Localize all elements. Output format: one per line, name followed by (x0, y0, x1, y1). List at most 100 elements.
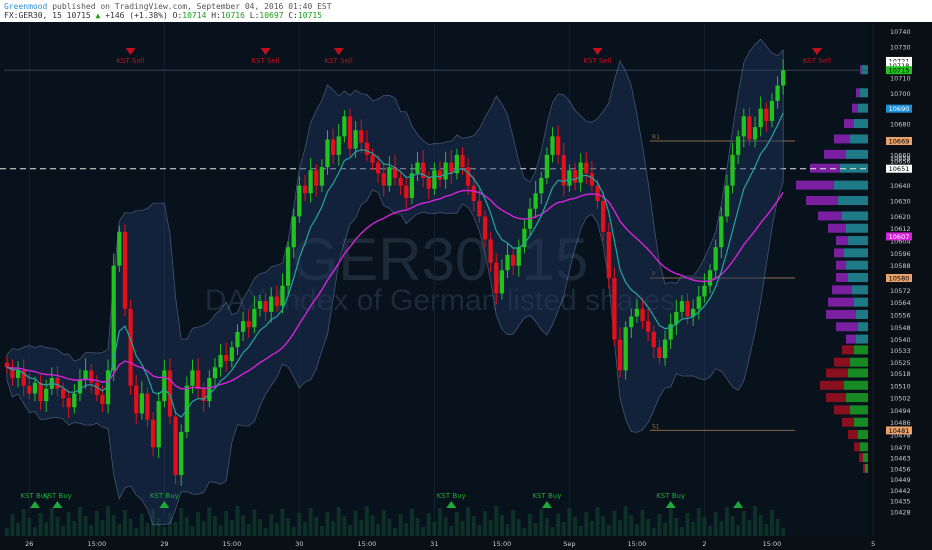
profile-sell-bar (832, 285, 852, 295)
volume-bar (595, 507, 600, 536)
candle-body (83, 370, 88, 380)
volume-bar (668, 509, 673, 536)
volume-bar (27, 518, 32, 536)
price-tick-label: 10518 (890, 370, 911, 378)
volume-bar (775, 519, 780, 536)
candle-body (100, 395, 105, 405)
pivot-label: S1 (652, 423, 660, 430)
candle-body (460, 154, 465, 168)
profile-sell-bar (828, 223, 846, 233)
price-chart[interactable]: GER30, 15 DAX Index of German listed sha… (0, 0, 932, 550)
volume-bar (781, 528, 786, 536)
volume-bar (769, 510, 774, 536)
profile-sell-bar (846, 334, 856, 344)
candle-body (634, 308, 640, 317)
price-tick-label: 10456 (890, 465, 911, 473)
volume-bar (589, 521, 594, 536)
volume-bar (629, 515, 634, 536)
time-tick-label: 26 (25, 540, 33, 548)
candle-body (285, 247, 291, 286)
price-tick-label: 10556 (890, 311, 911, 319)
volume-bar (618, 520, 623, 536)
price-tick-label: 10588 (890, 262, 911, 270)
candle-body (758, 108, 763, 128)
price-tick-label: 10494 (890, 407, 911, 415)
volume-bar (460, 521, 465, 536)
profile-buy-bar (854, 119, 868, 129)
volume-bar (522, 528, 527, 536)
price-tick-label: 10710 (890, 74, 911, 82)
profile-sell-bar (796, 180, 834, 190)
price-badge-label: 10607 (889, 233, 910, 241)
candle-body (465, 167, 471, 186)
volume-bar (454, 512, 459, 536)
candle-body (556, 136, 561, 155)
candle-body (426, 177, 431, 189)
profile-buy-bar (850, 357, 868, 367)
candle-body (77, 379, 83, 394)
volume-bar (44, 522, 49, 536)
candle-body (150, 419, 156, 448)
volume-bar (438, 508, 442, 536)
candle-body (572, 170, 578, 183)
candle-body (437, 170, 443, 180)
candle-body (398, 177, 403, 186)
profile-buy-bar (865, 463, 868, 473)
candle-body (302, 185, 308, 194)
volume-bar (516, 519, 521, 536)
profile-sell-bar (828, 297, 854, 307)
price-tick-label: 10740 (890, 28, 911, 36)
buy-signal-label: KST Buy (150, 492, 179, 500)
volume-bar (106, 506, 111, 536)
price-tick-label: 10525 (890, 359, 911, 367)
candle-body (443, 162, 448, 180)
volume-bar (128, 519, 133, 536)
candle-body (190, 370, 195, 386)
candle-body (353, 130, 358, 149)
volume-bar (741, 511, 746, 536)
candle-body (117, 231, 122, 266)
profile-sell-bar (860, 65, 862, 75)
candle-body (781, 70, 786, 86)
profile-sell-bar (836, 260, 846, 270)
candle-body (679, 301, 685, 312)
candle-body (184, 385, 189, 432)
candle-body (330, 139, 336, 155)
candle-body (584, 162, 589, 174)
candle-body (769, 100, 775, 121)
volume-bar (573, 517, 577, 536)
volume-bar (83, 516, 88, 536)
profile-buy-bar (848, 273, 868, 283)
candle-body (246, 321, 251, 328)
profile-sell-bar (824, 149, 846, 159)
profile-sell-bar (806, 196, 838, 206)
candle-body (432, 170, 437, 189)
profile-buy-bar (844, 248, 868, 258)
profile-sell-bar (818, 211, 842, 221)
volume-bar (736, 525, 741, 536)
candle-body (94, 382, 99, 396)
volume-bar (550, 527, 555, 536)
price-tick-label: 10680 (890, 121, 911, 129)
candle-body (741, 116, 746, 137)
candle-body (477, 201, 482, 217)
volume-bar (213, 516, 217, 536)
profile-buy-bar (846, 260, 868, 270)
volume-bar (376, 524, 381, 536)
volume-bar (258, 519, 262, 536)
profile-buy-bar (852, 285, 868, 295)
candle-body (55, 378, 60, 389)
candle-body (269, 296, 274, 312)
volume-bar (331, 521, 336, 536)
price-tick-label: 10630 (890, 198, 911, 206)
candle-body (685, 301, 690, 317)
price-tick-label: 10502 (890, 395, 911, 403)
volume-bar (184, 517, 189, 536)
candle-body (252, 308, 257, 328)
candle-body (539, 177, 544, 194)
candle-body (319, 167, 325, 186)
price-badge-label: 10580 (889, 275, 910, 283)
profile-sell-bar (859, 453, 863, 463)
candle-body (707, 270, 713, 286)
volume-bar (696, 508, 701, 536)
